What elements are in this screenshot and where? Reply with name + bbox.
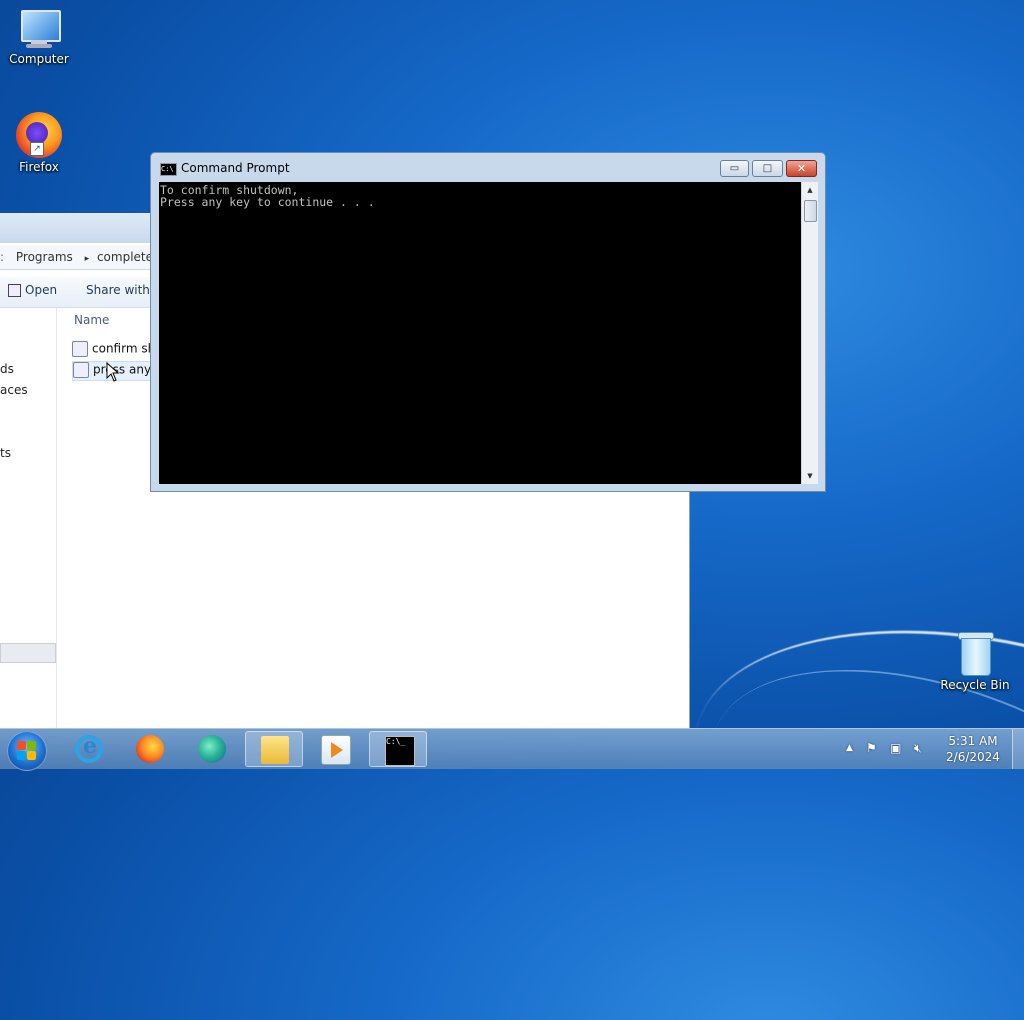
start-button[interactable] — [7, 731, 47, 771]
windows-logo-icon — [17, 741, 26, 750]
maximize-button[interactable]: □ — [752, 160, 783, 177]
cmd-app-icon: C:\ — [160, 163, 177, 176]
nav-item-fragment-2[interactable]: aces — [0, 383, 28, 397]
taskbar-file-explorer[interactable] — [245, 731, 303, 767]
taskbar-firefox[interactable] — [121, 731, 179, 767]
command-prompt-window[interactable]: C:\ Command Prompt ▭ □ ✕ To confirm shut… — [150, 152, 826, 492]
cmd-titlebar[interactable]: C:\ Command Prompt ▭ □ ✕ — [151, 153, 825, 181]
desktop-icon-recycle-bin-label: Recycle Bin — [940, 678, 1010, 692]
file-item-confirm-label: confirm sh — [92, 341, 150, 356]
nav-pane-scrollbar[interactable] — [0, 643, 56, 663]
explorer-toolbar: Open Share with ▾ — [0, 277, 150, 308]
system-clock[interactable]: 5:31 AM 2/6/2024 — [938, 733, 1008, 765]
recycle-bin-icon — [958, 632, 994, 676]
internet-explorer-icon — [75, 733, 103, 763]
taskbar-media-player[interactable] — [306, 731, 364, 767]
batch-file-icon — [73, 362, 89, 378]
show-desktop-button[interactable] — [1012, 729, 1024, 769]
media-player-icon — [321, 735, 351, 765]
open-button[interactable]: Open — [8, 283, 57, 297]
minimize-button[interactable]: ▭ — [720, 160, 749, 177]
windows-logo-icon-q4 — [27, 751, 36, 760]
computer-icon — [17, 10, 61, 50]
edge-icon — [198, 735, 226, 763]
clock-date: 2/6/2024 — [946, 750, 1000, 764]
share-with-button[interactable]: Share with ▾ — [86, 283, 150, 297]
desktop-icon-firefox-label: Firefox — [19, 160, 59, 174]
breadcrumb[interactable]: : Programs ▸ completely f — [0, 245, 150, 270]
network-icon[interactable]: ▣ — [890, 741, 901, 755]
folder-icon — [261, 736, 289, 764]
command-prompt-icon: C:\_ — [385, 736, 415, 766]
console-output[interactable]: To confirm shutdown, Press any key to con… — [159, 182, 801, 484]
scroll-down-icon[interactable]: ▼ — [802, 468, 818, 484]
action-center-flag-icon[interactable]: ⚑ — [866, 741, 877, 755]
nav-item-fragment-3[interactable]: ts — [0, 446, 11, 460]
taskbar: C:\_ ▲ ⚑ ▣ 🔇︎ 5:31 AM 2/6/2024 — [0, 728, 1024, 771]
taskbar-internet-explorer[interactable] — [60, 731, 118, 767]
file-item-press-label: press any k — [93, 362, 152, 377]
nav-item-fragment-1[interactable]: ds — [0, 362, 14, 376]
clock-time: 5:31 AM — [948, 734, 998, 748]
volume-muted-icon[interactable]: 🔇︎ — [914, 741, 922, 756]
console-scrollbar[interactable]: ▲ ▼ — [801, 182, 818, 484]
taskbar-edge[interactable] — [183, 731, 241, 767]
close-button[interactable]: ✕ — [786, 160, 817, 177]
breadcrumb-separator-icon[interactable]: ▸ — [85, 254, 90, 264]
open-icon — [8, 284, 21, 297]
shortcut-arrow-icon: ↗ — [30, 142, 44, 156]
breadcrumb-item-programs[interactable]: Programs — [16, 250, 73, 264]
breadcrumb-item-current[interactable]: completely f — [97, 250, 150, 264]
scrollbar-thumb[interactable] — [804, 200, 817, 222]
desktop-icon-recycle-bin[interactable]: Recycle Bin — [937, 632, 1013, 692]
firefox-icon — [136, 735, 164, 763]
scroll-up-icon[interactable]: ▲ — [802, 182, 818, 198]
file-item-confirm[interactable]: confirm sh — [72, 341, 150, 359]
desktop-icon-computer-label: Computer — [9, 52, 69, 66]
windows-logo-icon-q2 — [27, 741, 36, 750]
batch-file-icon — [72, 341, 88, 357]
desktop-icon-firefox[interactable]: ↗ Firefox — [1, 112, 77, 174]
cmd-window-title: Command Prompt — [181, 161, 290, 175]
open-button-label: Open — [25, 283, 58, 297]
desktop-icon-computer[interactable]: Computer — [1, 10, 77, 66]
windows-logo-icon-q3 — [17, 751, 26, 760]
show-hidden-icons-arrow-icon[interactable]: ▲ — [846, 743, 853, 753]
column-header-name[interactable]: Name — [74, 313, 109, 327]
navigation-pane: ds aces ts — [0, 308, 57, 728]
console-line-2: Press any key to continue . . . — [160, 195, 375, 209]
taskbar-command-prompt[interactable]: C:\_ — [369, 731, 427, 767]
